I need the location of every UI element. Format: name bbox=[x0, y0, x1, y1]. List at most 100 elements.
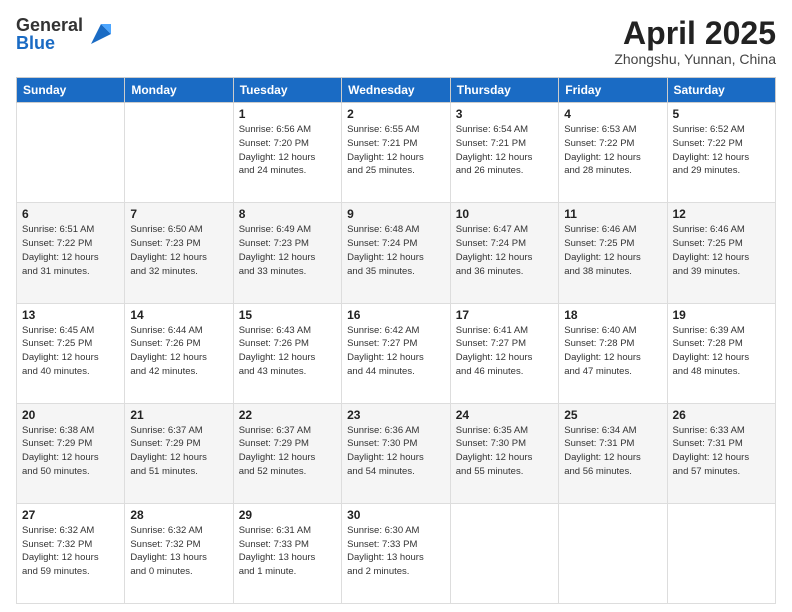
col-thursday: Thursday bbox=[450, 78, 558, 103]
cell-3-4: 24 Sunrise: 6:35 AM Sunset: 7:30 PM Dayli… bbox=[450, 403, 558, 503]
cell-1-2: 8 Sunrise: 6:49 AM Sunset: 7:23 PM Daylig… bbox=[233, 203, 341, 303]
cell-4-3: 30 Sunrise: 6:30 AM Sunset: 7:33 PM Dayli… bbox=[342, 503, 451, 603]
cell-3-5: 25 Sunrise: 6:34 AM Sunset: 7:31 PM Dayli… bbox=[559, 403, 667, 503]
cell-2-5: 18 Sunrise: 6:40 AM Sunset: 7:28 PM Dayli… bbox=[559, 303, 667, 403]
cell-0-5: 4Sunrise: 6:53 AM Sunset: 7:22 PM Daylig… bbox=[559, 103, 667, 203]
title-block: April 2025 Zhongshu, Yunnan, China bbox=[614, 16, 776, 67]
day-num-5: 5 bbox=[673, 107, 771, 121]
day-num-24: 24 bbox=[456, 408, 553, 422]
calendar-page: General Blue April 2025 Zhongshu, Yunnan… bbox=[0, 0, 792, 612]
cell-4-5 bbox=[559, 503, 667, 603]
logo-general-text: General bbox=[16, 16, 83, 34]
day-info-29: Sunrise: 6:31 AM Sunset: 7:33 PM Dayligh… bbox=[239, 524, 336, 579]
week-row-4: 27 Sunrise: 6:32 AM Sunset: 7:32 PM Dayli… bbox=[17, 503, 776, 603]
day-num-26: 26 bbox=[673, 408, 771, 422]
week-row-0: 1 Sunrise: 6:56 AM Sunset: 7:20 PM Daylig… bbox=[17, 103, 776, 203]
logo: General Blue bbox=[16, 16, 115, 52]
day-info-14: Sunrise: 6:44 AM Sunset: 7:26 PM Dayligh… bbox=[130, 324, 227, 379]
cell-0-0 bbox=[17, 103, 125, 203]
day-num-19: 19 bbox=[673, 308, 771, 322]
day-info-17: Sunrise: 6:41 AM Sunset: 7:27 PM Dayligh… bbox=[456, 324, 553, 379]
week-row-3: 20 Sunrise: 6:38 AM Sunset: 7:29 PM Dayli… bbox=[17, 403, 776, 503]
cell-2-2: 15Sunrise: 6:43 AM Sunset: 7:26 PM Dayli… bbox=[233, 303, 341, 403]
day-num-9: 9 bbox=[347, 207, 445, 221]
day-num-15: 15 bbox=[239, 308, 336, 322]
day-num-12: 12 bbox=[673, 207, 771, 221]
day-num-7: 7 bbox=[130, 207, 227, 221]
day-num-10: 10 bbox=[456, 207, 553, 221]
cell-3-1: 21Sunrise: 6:37 AM Sunset: 7:29 PM Dayli… bbox=[125, 403, 233, 503]
cell-1-3: 9 Sunrise: 6:48 AM Sunset: 7:24 PM Daylig… bbox=[342, 203, 451, 303]
day-num-1: 1 bbox=[239, 107, 336, 121]
day-info-7: Sunrise: 6:50 AM Sunset: 7:23 PM Dayligh… bbox=[130, 223, 227, 278]
day-num-11: 11 bbox=[564, 207, 661, 221]
day-info-28: Sunrise: 6:32 AM Sunset: 7:32 PM Dayligh… bbox=[130, 524, 227, 579]
logo-blue-text: Blue bbox=[16, 34, 83, 52]
day-info-24: Sunrise: 6:35 AM Sunset: 7:30 PM Dayligh… bbox=[456, 424, 553, 479]
week-row-1: 6Sunrise: 6:51 AM Sunset: 7:22 PM Daylig… bbox=[17, 203, 776, 303]
day-num-21: 21 bbox=[130, 408, 227, 422]
day-info-9: Sunrise: 6:48 AM Sunset: 7:24 PM Dayligh… bbox=[347, 223, 445, 278]
day-num-8: 8 bbox=[239, 207, 336, 221]
cell-3-3: 23Sunrise: 6:36 AM Sunset: 7:30 PM Dayli… bbox=[342, 403, 451, 503]
cell-1-5: 11Sunrise: 6:46 AM Sunset: 7:25 PM Dayli… bbox=[559, 203, 667, 303]
cell-1-6: 12 Sunrise: 6:46 AM Sunset: 7:25 PM Dayli… bbox=[667, 203, 776, 303]
cell-4-2: 29 Sunrise: 6:31 AM Sunset: 7:33 PM Dayli… bbox=[233, 503, 341, 603]
month-title: April 2025 bbox=[614, 16, 776, 51]
day-info-10: Sunrise: 6:47 AM Sunset: 7:24 PM Dayligh… bbox=[456, 223, 553, 278]
location: Zhongshu, Yunnan, China bbox=[614, 51, 776, 67]
day-info-26: Sunrise: 6:33 AM Sunset: 7:31 PM Dayligh… bbox=[673, 424, 771, 479]
cell-0-1 bbox=[125, 103, 233, 203]
day-info-25: Sunrise: 6:34 AM Sunset: 7:31 PM Dayligh… bbox=[564, 424, 661, 479]
calendar-table: Sunday Monday Tuesday Wednesday Thursday… bbox=[16, 77, 776, 604]
cell-2-3: 16 Sunrise: 6:42 AM Sunset: 7:27 PM Dayli… bbox=[342, 303, 451, 403]
day-num-6: 6 bbox=[22, 207, 119, 221]
cell-1-0: 6Sunrise: 6:51 AM Sunset: 7:22 PM Daylig… bbox=[17, 203, 125, 303]
day-info-1: Sunrise: 6:56 AM Sunset: 7:20 PM Dayligh… bbox=[239, 123, 336, 178]
cell-2-1: 14 Sunrise: 6:44 AM Sunset: 7:26 PM Dayli… bbox=[125, 303, 233, 403]
day-num-25: 25 bbox=[564, 408, 661, 422]
day-num-2: 2 bbox=[347, 107, 445, 121]
day-info-2: Sunrise: 6:55 AM Sunset: 7:21 PM Dayligh… bbox=[347, 123, 445, 178]
cell-3-2: 22Sunrise: 6:37 AM Sunset: 7:29 PM Dayli… bbox=[233, 403, 341, 503]
day-info-16: Sunrise: 6:42 AM Sunset: 7:27 PM Dayligh… bbox=[347, 324, 445, 379]
day-num-17: 17 bbox=[456, 308, 553, 322]
day-num-27: 27 bbox=[22, 508, 119, 522]
day-num-22: 22 bbox=[239, 408, 336, 422]
col-tuesday: Tuesday bbox=[233, 78, 341, 103]
col-friday: Friday bbox=[559, 78, 667, 103]
day-num-23: 23 bbox=[347, 408, 445, 422]
cell-0-6: 5Sunrise: 6:52 AM Sunset: 7:22 PM Daylig… bbox=[667, 103, 776, 203]
cell-1-1: 7 Sunrise: 6:50 AM Sunset: 7:23 PM Daylig… bbox=[125, 203, 233, 303]
day-info-30: Sunrise: 6:30 AM Sunset: 7:33 PM Dayligh… bbox=[347, 524, 445, 579]
day-num-13: 13 bbox=[22, 308, 119, 322]
day-info-12: Sunrise: 6:46 AM Sunset: 7:25 PM Dayligh… bbox=[673, 223, 771, 278]
day-info-3: Sunrise: 6:54 AM Sunset: 7:21 PM Dayligh… bbox=[456, 123, 553, 178]
day-info-20: Sunrise: 6:38 AM Sunset: 7:29 PM Dayligh… bbox=[22, 424, 119, 479]
col-wednesday: Wednesday bbox=[342, 78, 451, 103]
cell-2-6: 19 Sunrise: 6:39 AM Sunset: 7:28 PM Dayli… bbox=[667, 303, 776, 403]
col-saturday: Saturday bbox=[667, 78, 776, 103]
cell-0-2: 1 Sunrise: 6:56 AM Sunset: 7:20 PM Daylig… bbox=[233, 103, 341, 203]
cell-3-0: 20 Sunrise: 6:38 AM Sunset: 7:29 PM Dayli… bbox=[17, 403, 125, 503]
day-num-29: 29 bbox=[239, 508, 336, 522]
cell-4-1: 28 Sunrise: 6:32 AM Sunset: 7:32 PM Dayli… bbox=[125, 503, 233, 603]
day-info-8: Sunrise: 6:49 AM Sunset: 7:23 PM Dayligh… bbox=[239, 223, 336, 278]
day-num-3: 3 bbox=[456, 107, 553, 121]
header-row: Sunday Monday Tuesday Wednesday Thursday… bbox=[17, 78, 776, 103]
cell-4-4 bbox=[450, 503, 558, 603]
cell-0-3: 2 Sunrise: 6:55 AM Sunset: 7:21 PM Daylig… bbox=[342, 103, 451, 203]
day-info-13: Sunrise: 6:45 AM Sunset: 7:25 PM Dayligh… bbox=[22, 324, 119, 379]
day-num-20: 20 bbox=[22, 408, 119, 422]
day-num-30: 30 bbox=[347, 508, 445, 522]
cell-2-0: 13 Sunrise: 6:45 AM Sunset: 7:25 PM Dayli… bbox=[17, 303, 125, 403]
day-num-16: 16 bbox=[347, 308, 445, 322]
week-row-2: 13 Sunrise: 6:45 AM Sunset: 7:25 PM Dayli… bbox=[17, 303, 776, 403]
day-num-28: 28 bbox=[130, 508, 227, 522]
header: General Blue April 2025 Zhongshu, Yunnan… bbox=[16, 16, 776, 67]
col-monday: Monday bbox=[125, 78, 233, 103]
day-num-14: 14 bbox=[130, 308, 227, 322]
day-info-19: Sunrise: 6:39 AM Sunset: 7:28 PM Dayligh… bbox=[673, 324, 771, 379]
day-num-18: 18 bbox=[564, 308, 661, 322]
day-info-18: Sunrise: 6:40 AM Sunset: 7:28 PM Dayligh… bbox=[564, 324, 661, 379]
